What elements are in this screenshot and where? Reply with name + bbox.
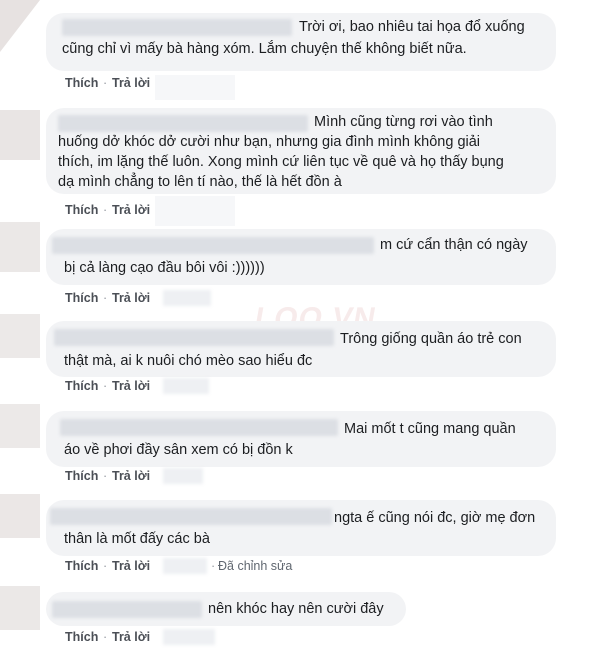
author-name-blurred[interactable] — [58, 115, 308, 132]
separator-dot: · — [103, 559, 108, 573]
avatar — [0, 222, 40, 272]
avatar — [0, 494, 40, 538]
separator-dot: · — [103, 203, 108, 217]
comment-text-line: áo về phơi đầy sân xem có bị đồn k — [64, 442, 293, 458]
timestamp-blurred[interactable] — [163, 558, 207, 574]
comment-text-line: dạ mình chẳng to lên tí nào, thế là hết … — [58, 174, 342, 190]
edited-label: Đã chỉnh sửa — [218, 559, 293, 573]
comment-bubble: Mai mốt t cũng mang quần áo về phơi đầy … — [46, 411, 556, 467]
comment-text-line: thật mà, ai k nuôi chó mèo sao hiểu đc — [64, 353, 313, 369]
reply-link[interactable]: Trả lời — [112, 629, 150, 645]
comment-bubble: nên khóc hay nên cười đây — [46, 592, 406, 626]
comment-text-line: thân là mốt đấy các bà — [64, 531, 210, 547]
separator-dot: · — [211, 559, 216, 573]
avatar — [0, 404, 40, 448]
timestamp-blurred[interactable] — [163, 468, 203, 484]
comment-text-line: cũng chỉ vì mấy bà hàng xóm. Lắm chuyện … — [62, 41, 467, 57]
like-link[interactable]: Thích — [65, 202, 98, 218]
avatar — [0, 314, 40, 358]
comment-text-line: ngta ế cũng nói đc, giờ mẹ đơn — [334, 510, 536, 526]
like-link[interactable]: Thích — [65, 558, 98, 574]
blur-artifact — [155, 196, 235, 226]
separator-dot: · — [103, 379, 108, 393]
corner-decoration — [0, 0, 40, 52]
separator-dot: · — [103, 76, 108, 90]
separator-dot: · — [103, 469, 108, 483]
timestamp-blurred[interactable] — [163, 629, 215, 645]
avatar — [0, 586, 40, 630]
comment-text-line: Mai mốt t cũng mang quần — [344, 421, 516, 437]
author-name-blurred[interactable] — [54, 329, 334, 346]
author-name-blurred[interactable] — [60, 419, 338, 436]
author-name-blurred[interactable] — [52, 237, 374, 254]
separator-dot: · — [103, 291, 108, 305]
comment-bubble: Trời ơi, bao nhiêu tai họa đổ xuống cũng… — [46, 13, 556, 71]
avatar — [0, 110, 40, 160]
comment-text-line: m cứ cẩn thận có ngày — [380, 237, 528, 253]
comment-text-line: thích, im lặng thế luôn. Xong mình cứ li… — [58, 154, 504, 170]
reply-link[interactable]: Trả lời — [112, 202, 150, 218]
author-name-blurred[interactable] — [52, 601, 202, 618]
comment-text-line: Trời ơi, bao nhiêu tai họa đổ xuống — [299, 19, 525, 35]
timestamp-blurred[interactable] — [163, 378, 209, 394]
separator-dot: · — [103, 630, 108, 644]
author-name-blurred[interactable] — [50, 508, 332, 525]
comment-bubble: m cứ cẩn thận có ngày bị cả làng cạo đầu… — [46, 229, 556, 285]
comment-bubble: ngta ế cũng nói đc, giờ mẹ đơn thân là m… — [46, 500, 556, 556]
comment-text-line: bị cả làng cạo đầu bôi vôi :)))))) — [64, 260, 265, 276]
blur-artifact — [155, 75, 235, 100]
reply-link[interactable]: Trả lời — [112, 468, 150, 484]
like-link[interactable]: Thích — [65, 290, 98, 306]
like-link[interactable]: Thích — [65, 378, 98, 394]
comment-text-line: Mình cũng từng rơi vào tình — [314, 114, 493, 130]
comment-bubble: Mình cũng từng rơi vào tình huống dở khó… — [46, 108, 556, 194]
reply-link[interactable]: Trả lời — [112, 75, 150, 91]
like-link[interactable]: Thích — [65, 75, 98, 91]
reply-link[interactable]: Trả lời — [112, 378, 150, 394]
reply-link[interactable]: Trả lời — [112, 558, 150, 574]
comment-bubble: Trông giống quần áo trẻ con thật mà, ai … — [46, 321, 556, 377]
like-link[interactable]: Thích — [65, 629, 98, 645]
like-link[interactable]: Thích — [65, 468, 98, 484]
comment-text-line: nên khóc hay nên cười đây — [208, 601, 384, 617]
reply-link[interactable]: Trả lời — [112, 290, 150, 306]
comment-text-line: huống dở khóc dở cười như bạn, nhưng gia… — [58, 134, 481, 150]
author-name-blurred[interactable] — [62, 19, 292, 36]
comment-text-line: Trông giống quần áo trẻ con — [340, 331, 522, 347]
timestamp-blurred[interactable] — [163, 290, 211, 306]
